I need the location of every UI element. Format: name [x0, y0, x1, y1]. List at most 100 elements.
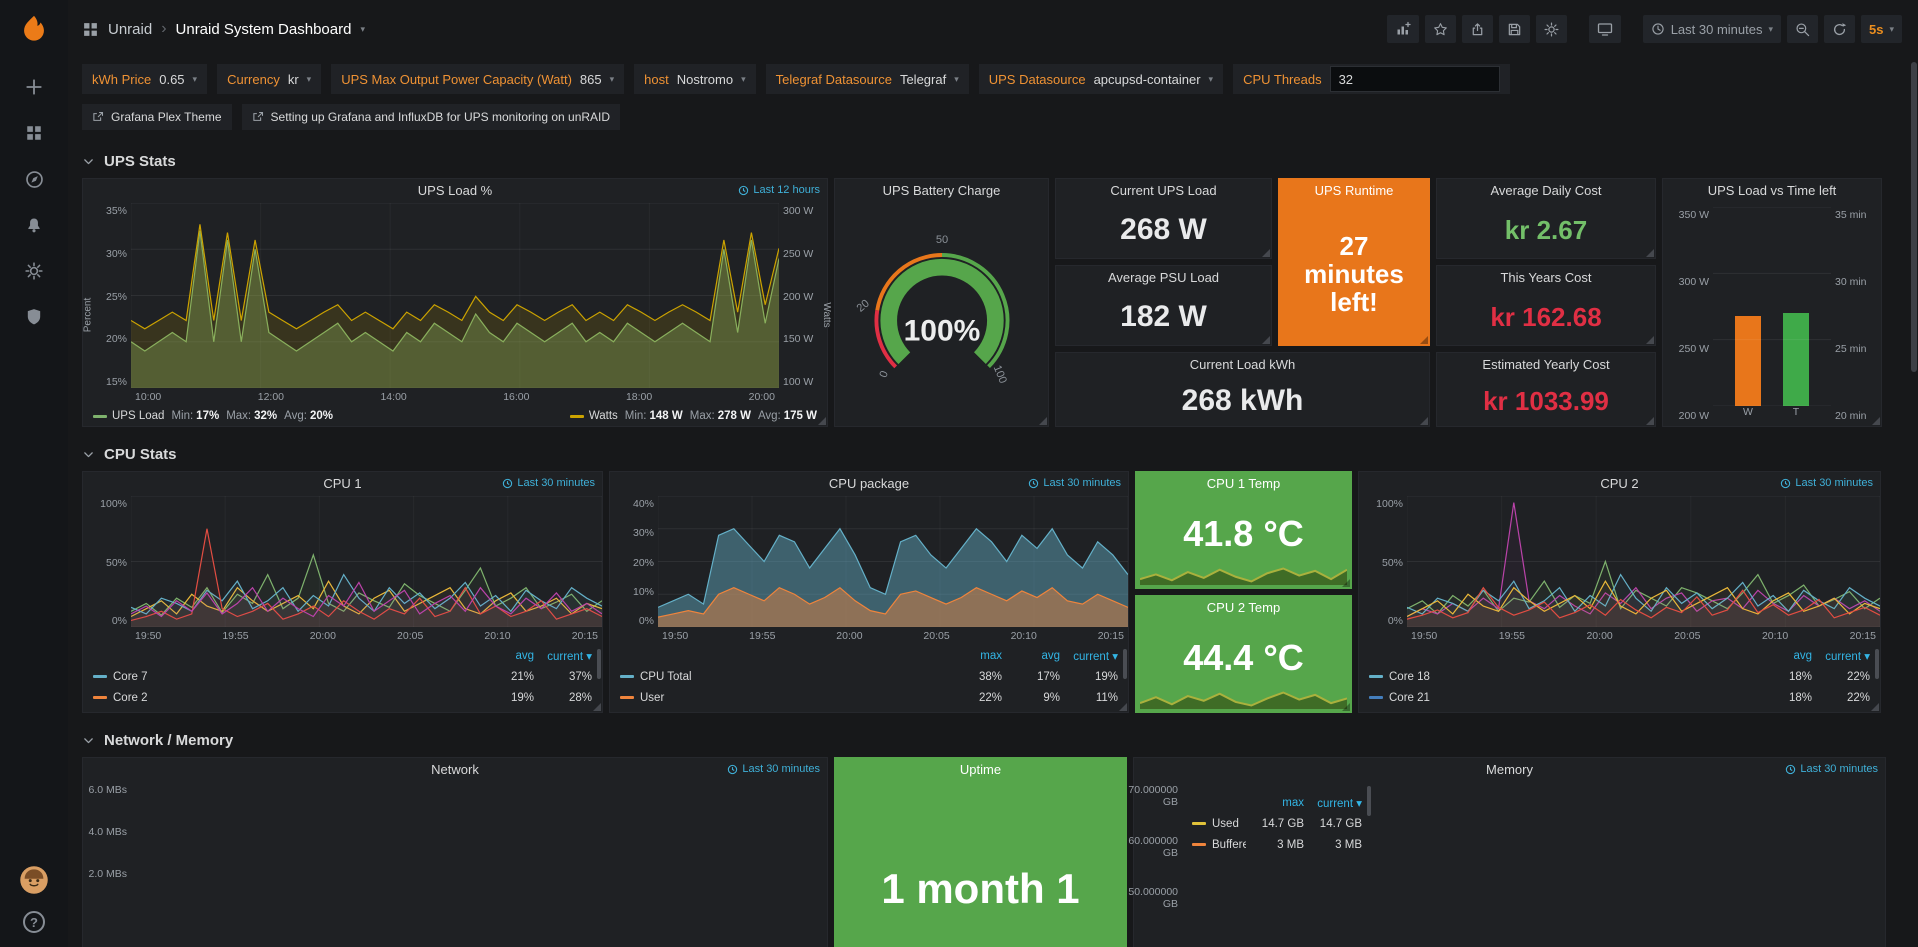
breadcrumb-page[interactable]: Unraid System Dashboard — [176, 21, 352, 38]
panel-title[interactable]: Average Daily Cost — [1437, 179, 1655, 203]
panel-time-range[interactable]: Last 30 minutes — [1785, 763, 1878, 775]
legend-column-header[interactable]: current ▾ — [1304, 796, 1362, 810]
legend-column-header[interactable]: avg — [1754, 650, 1812, 662]
row-header-ups-stats[interactable]: UPS Stats — [82, 144, 1902, 178]
time-range-picker[interactable]: Last 30 minutes ▾ — [1643, 15, 1781, 43]
variable-ups-max-output-power-capacity-watt[interactable]: UPS Max Output Power Capacity (Watt)865▾ — [331, 64, 624, 94]
resize-handle[interactable] — [1871, 703, 1879, 711]
resize-handle[interactable] — [1420, 417, 1428, 425]
legend-scrollbar[interactable] — [1875, 649, 1879, 679]
legend-series-core-7[interactable]: Core 721%37% — [93, 666, 592, 687]
caret-down-icon[interactable]: ▾ — [360, 24, 365, 35]
legend-series-user[interactable]: User22%9%11% — [620, 687, 1118, 708]
panel-title[interactable]: Uptime — [835, 758, 1126, 782]
legend-column-header[interactable]: current ▾ — [1060, 649, 1118, 663]
legend-series-core-2[interactable]: Core 219%28% — [93, 687, 592, 708]
row-header-cpu-stats[interactable]: CPU Stats — [82, 437, 1902, 471]
dashboard-settings-button[interactable] — [1536, 15, 1567, 43]
scrollbar-thumb[interactable] — [1911, 62, 1917, 372]
breadcrumb-app[interactable]: Unraid — [108, 21, 152, 38]
legend-scrollbar[interactable] — [1123, 649, 1127, 679]
resize-handle[interactable] — [1872, 417, 1880, 425]
legend-column-header[interactable]: max — [944, 650, 1002, 662]
legend-column-header[interactable]: current ▾ — [534, 649, 592, 663]
variable-currency[interactable]: Currencykr▾ — [217, 64, 321, 94]
resize-handle[interactable] — [1646, 336, 1654, 344]
legend-series-buffered[interactable]: Buffered3 MB3 MB — [1192, 834, 1362, 855]
configuration-icon[interactable] — [0, 248, 68, 294]
tv-mode-button[interactable] — [1589, 15, 1621, 43]
refresh-button[interactable] — [1824, 15, 1855, 43]
variable-ups-datasource[interactable]: UPS Datasourceapcupsd-container▾ — [979, 64, 1223, 94]
panel-time-range[interactable]: Last 30 minutes — [1780, 477, 1873, 489]
variable-telegraf-datasource[interactable]: Telegraf DatasourceTelegraf▾ — [766, 64, 969, 94]
legend-series-core-21[interactable]: Core 2118%22% — [1369, 687, 1870, 708]
resize-handle[interactable] — [1039, 417, 1047, 425]
explore-icon[interactable] — [0, 156, 68, 202]
resize-handle[interactable] — [1420, 336, 1428, 344]
resize-handle[interactable] — [1342, 703, 1350, 711]
dashboard-link-grafana-plex-theme[interactable]: Grafana Plex Theme — [82, 104, 232, 130]
resize-handle[interactable] — [1262, 249, 1270, 257]
zoom-out-button[interactable] — [1787, 15, 1818, 43]
panel-title[interactable]: UPS Battery Charge — [835, 179, 1048, 203]
legend-scrollbar[interactable] — [1367, 786, 1371, 816]
share-button[interactable] — [1462, 15, 1493, 43]
resize-handle[interactable] — [818, 417, 826, 425]
legend-scrollbar[interactable] — [597, 649, 601, 679]
panel-title[interactable]: Estimated Yearly Cost — [1437, 353, 1655, 377]
panel-title[interactable]: CPU 2 Temp — [1136, 596, 1351, 620]
alerting-icon[interactable] — [0, 202, 68, 248]
page-scrollbar[interactable] — [1911, 62, 1917, 943]
resize-handle[interactable] — [1646, 249, 1654, 257]
resize-handle[interactable] — [593, 703, 601, 711]
legend-column-header[interactable]: current ▾ — [1812, 649, 1870, 663]
dashboards-icon[interactable] — [0, 110, 68, 156]
panel-time-range[interactable]: Last 12 hours — [738, 184, 820, 196]
variable-host[interactable]: hostNostromo▾ — [634, 64, 755, 94]
legend-column-header[interactable]: avg — [476, 650, 534, 662]
panel-title[interactable]: Memory — [1134, 758, 1885, 782]
variable-value[interactable]: Telegraf — [900, 72, 946, 87]
server-admin-icon[interactable] — [0, 294, 68, 340]
variable-value[interactable]: 865 — [580, 72, 602, 87]
star-button[interactable] — [1425, 15, 1456, 43]
legend-series-ups-load[interactable]: UPS LoadMin:17%Max:32%Avg:20% — [93, 410, 333, 422]
legend-column-header[interactable]: max — [1246, 797, 1304, 809]
row-header-network-memory[interactable]: Network / Memory — [82, 723, 1902, 757]
save-button[interactable] — [1499, 15, 1530, 43]
panel-title[interactable]: Current UPS Load — [1056, 179, 1271, 203]
panel-title[interactable]: UPS Load % — [83, 179, 827, 203]
refresh-interval-dropdown[interactable]: 5s ▾ — [1861, 15, 1902, 43]
resize-handle[interactable] — [1342, 579, 1350, 587]
panel-title[interactable]: UPS Load vs Time left — [1663, 179, 1881, 203]
panel-title[interactable]: CPU 1 Temp — [1136, 472, 1351, 496]
panel-title[interactable]: Average PSU Load — [1056, 266, 1271, 290]
panel-time-range[interactable]: Last 30 minutes — [502, 477, 595, 489]
panel-time-range[interactable]: Last 30 minutes — [1028, 477, 1121, 489]
variable-value[interactable]: Nostromo — [677, 72, 733, 87]
legend-series-cpu-total[interactable]: CPU Total38%17%19% — [620, 666, 1118, 687]
add-panel-button[interactable] — [1387, 15, 1419, 43]
legend-series-core-18[interactable]: Core 1818%22% — [1369, 666, 1870, 687]
help-icon[interactable]: ? — [23, 911, 45, 933]
panel-title[interactable]: Network — [83, 758, 827, 782]
legend-column-header[interactable]: avg — [1002, 650, 1060, 662]
create-icon[interactable] — [0, 64, 68, 110]
variable-kwh-price[interactable]: kWh Price0.65▾ — [82, 64, 207, 94]
grafana-logo-icon[interactable] — [14, 10, 54, 50]
resize-handle[interactable] — [1262, 336, 1270, 344]
panel-title[interactable]: UPS Runtime — [1279, 179, 1429, 203]
resize-handle[interactable] — [1119, 703, 1127, 711]
variable-value[interactable]: 0.65 — [159, 72, 184, 87]
legend-series-watts[interactable]: WattsMin:148 WMax:278 WAvg:175 W — [570, 410, 817, 422]
panel-time-range[interactable]: Last 30 minutes — [727, 763, 820, 775]
avatar[interactable] — [19, 865, 49, 895]
variable-value[interactable]: apcupsd-container — [1094, 72, 1201, 87]
variable-input[interactable] — [1330, 66, 1500, 92]
panel-title[interactable]: This Years Cost — [1437, 266, 1655, 290]
variable-cpu-threads[interactable]: CPU Threads — [1233, 64, 1510, 94]
variable-value[interactable]: kr — [288, 72, 299, 87]
legend-series-used[interactable]: Used14.7 GB14.7 GB — [1192, 813, 1362, 834]
dashboard-link-setting-up-grafana-and-influxdb-for-ups-monitoring-on-unraid[interactable]: Setting up Grafana and InfluxDB for UPS … — [242, 104, 621, 130]
